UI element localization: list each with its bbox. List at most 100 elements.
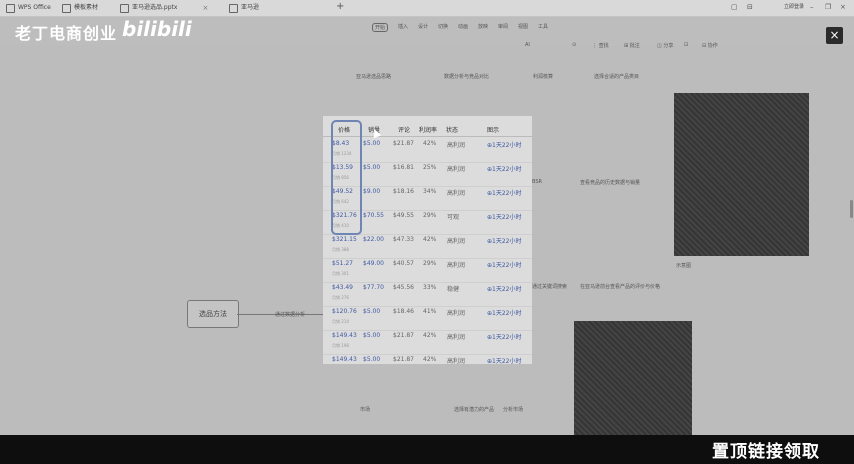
- price-column-highlight: [331, 120, 362, 235]
- promo-banner: 置顶链接领取: [712, 442, 820, 462]
- cell-price: $149.43: [332, 332, 357, 339]
- mindmap-node[interactable]: 选品方法: [187, 300, 239, 328]
- close-overlay-button[interactable]: ×: [826, 27, 843, 44]
- cell-cost: $22.00: [363, 236, 384, 243]
- cell-status: 高利润: [447, 238, 466, 245]
- collaborate-tool[interactable]: ⊟ 协作: [702, 42, 718, 49]
- tab-doc[interactable]: 亚马逊: [229, 2, 259, 14]
- menu-tools[interactable]: 工具: [538, 23, 548, 30]
- scrollbar[interactable]: [849, 45, 854, 435]
- cell-sub: 月销 198: [332, 343, 349, 348]
- slide-text: 通过关键词搜索: [532, 284, 568, 290]
- cell-price: $43.49: [332, 284, 353, 291]
- tab-label: 模板素材: [74, 4, 99, 11]
- cell-status: 高利润: [447, 262, 466, 269]
- cell-profit: $16.81: [393, 164, 414, 171]
- column-header: 图示: [487, 127, 500, 134]
- slide-text: 选择合适的产品类目: [594, 74, 640, 80]
- cell-pct: 42%: [423, 356, 437, 363]
- cell-cost: $77.70: [363, 284, 384, 291]
- cell-profit: $21.87: [393, 140, 414, 147]
- tab-pptx-file[interactable]: 亚马逊选品.pptx ×: [120, 2, 208, 14]
- cell-price: $149.43: [332, 356, 357, 363]
- menu-animation[interactable]: 动画: [458, 23, 468, 30]
- cell-sub: 月销 301: [332, 271, 349, 276]
- menu-insert[interactable]: 插入: [398, 23, 408, 30]
- ai-tool[interactable]: AI: [525, 42, 530, 48]
- find-tool[interactable]: ⋮ 查找: [592, 42, 609, 49]
- cell-info: ⊕1天22小时: [487, 166, 522, 173]
- cell-pct: 41%: [423, 308, 437, 315]
- tab-label: 亚马逊: [241, 4, 260, 11]
- cell-pct: 42%: [423, 140, 437, 147]
- slide-text: 市场: [360, 407, 371, 413]
- slide-text: 数据分析与竞品对比: [444, 74, 490, 80]
- cell-profit: $47.33: [393, 236, 414, 243]
- cell-cost: $9.00: [363, 188, 381, 195]
- cell-cost: $70.55: [363, 212, 384, 219]
- cell-info: ⊕1天22小时: [487, 262, 522, 269]
- menu-transition[interactable]: 切换: [438, 23, 448, 30]
- wps-logo-icon: [6, 3, 15, 13]
- cell-status: 稳健: [447, 286, 460, 293]
- comment-tool[interactable]: ⊞ 批注: [624, 42, 640, 49]
- close-window-button[interactable]: ×: [840, 3, 846, 11]
- table-row: $120.76 $5.00 $18.46 41% 高利润 ⊕1天22小时 月销 214: [323, 305, 532, 331]
- product-image: [674, 93, 809, 256]
- slide-text: 选择有潜力的产品: [454, 407, 495, 413]
- login-button[interactable]: 立即登录: [784, 3, 804, 10]
- scrollbar-thumb[interactable]: [850, 200, 853, 218]
- menu-start[interactable]: 开始: [372, 23, 389, 32]
- cell-profit: $49.55: [393, 212, 414, 219]
- cell-pct: 34%: [423, 188, 437, 195]
- cell-info: ⊕1天22小时: [487, 334, 522, 341]
- share-tool[interactable]: ◫ 分享: [657, 42, 673, 49]
- table-row: $149.43$5.00$21.8742%高利润⊕1天22小时月销 187: [323, 353, 532, 364]
- table-row: $321.15 $22.00 $47.33 42% 高利润 ⊕1天22小时 月销 388: [323, 233, 532, 259]
- slide-text: BSR: [532, 179, 542, 185]
- cell-status: 高利润: [447, 334, 466, 341]
- column-header: 评论: [398, 127, 411, 134]
- cell-pct: 29%: [423, 260, 437, 267]
- tab-label: 亚马逊选品.pptx: [132, 4, 178, 11]
- restore-button[interactable]: ❐: [825, 3, 831, 11]
- menu-review[interactable]: 审阅: [498, 23, 508, 30]
- cell-sub: 月销 388: [332, 247, 349, 252]
- cell-sub: 月销 276: [332, 295, 349, 300]
- minimize-button[interactable]: –: [810, 3, 814, 11]
- menu-design[interactable]: 设计: [418, 23, 428, 30]
- cell-pct: 42%: [423, 236, 437, 243]
- cell-pct: 33%: [423, 284, 437, 291]
- cell-pct: 29%: [423, 212, 437, 219]
- cell-status: 高利润: [447, 358, 466, 364]
- window-icon[interactable]: ▢: [731, 3, 738, 11]
- bilibili-logo: bilibili: [122, 17, 192, 41]
- column-header: 状态: [446, 127, 459, 134]
- cell-profit: $45.56: [393, 284, 414, 291]
- template-icon: [62, 3, 71, 13]
- cell-cost: $49.00: [363, 260, 384, 267]
- tab-wps-office[interactable]: WPS Office: [6, 2, 51, 14]
- image-caption: 示意图: [676, 263, 692, 269]
- layout-icon[interactable]: ⊟: [747, 3, 753, 11]
- tab-templates[interactable]: 模板素材: [62, 2, 98, 14]
- cell-info: ⊕1天22小时: [487, 214, 522, 221]
- menu-view[interactable]: 视图: [518, 23, 528, 30]
- frame-icon[interactable]: ⊡: [684, 42, 688, 48]
- close-icon[interactable]: ×: [202, 2, 208, 14]
- cell-cost: $5.00: [363, 164, 381, 171]
- cell-cost: $5.00: [363, 356, 381, 363]
- channel-watermark: 老丁电商创业: [15, 24, 118, 43]
- cell-sub: 月销 214: [332, 319, 349, 324]
- cell-info: ⊕1天22小时: [487, 310, 522, 317]
- menu-slideshow[interactable]: 放映: [478, 23, 488, 30]
- slide-text: 分析市场: [503, 407, 524, 413]
- new-tab-button[interactable]: +: [336, 1, 344, 12]
- table-row: $149.43 $5.00 $21.87 42% 高利润 ⊕1天22小时 月销 198: [323, 329, 532, 355]
- target-icon[interactable]: ⊙: [572, 42, 576, 48]
- table-row: $43.49 $77.70 $45.56 33% 稳健 ⊕1天22小时 月销 276: [323, 281, 532, 307]
- node-text: 通过数据分析: [275, 312, 306, 318]
- ppt-file-icon: [120, 3, 129, 13]
- product-image-2: [574, 321, 692, 435]
- cell-pct: 42%: [423, 332, 437, 339]
